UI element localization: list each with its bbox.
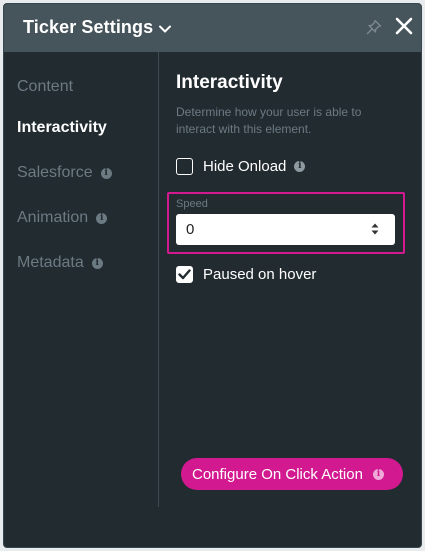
info-icon[interactable]: i — [96, 212, 108, 224]
sidebar-item-animation[interactable]: Animation i — [17, 209, 108, 227]
paused-on-hover-row[interactable]: Paused on hover — [176, 266, 316, 283]
action-button-label: Configure On Click Action — [192, 465, 363, 483]
pin-icon[interactable] — [366, 19, 382, 40]
sidebar-item-label: Content — [17, 78, 74, 95]
info-icon[interactable]: i — [100, 167, 112, 179]
sidebar-item-label: Interactivity — [17, 119, 107, 136]
sidebar-item-salesforce[interactable]: Salesforce i — [17, 164, 112, 182]
speed-label: Speed — [176, 198, 208, 210]
speed-spinner-icon[interactable] — [370, 221, 380, 237]
sidebar-item-interactivity[interactable]: Interactivity — [17, 119, 107, 137]
info-icon[interactable]: i — [91, 257, 103, 269]
speed-field-group: Speed — [167, 192, 405, 254]
ticker-settings-panel: Ticker Settings Content Interactivity Sa… — [3, 3, 422, 548]
sidebar-item-label: Animation — [17, 209, 89, 226]
paused-on-hover-checkbox[interactable] — [176, 266, 193, 283]
chevron-down-icon — [159, 20, 172, 38]
hide-onload-checkbox[interactable] — [176, 158, 193, 175]
sidebar-item-label: Salesforce — [17, 164, 93, 181]
sidebar-item-metadata[interactable]: Metadata i — [17, 254, 103, 272]
panel-title: Ticker Settings — [23, 17, 154, 37]
sidebar-item-content[interactable]: Content — [17, 78, 73, 96]
settings-sidebar: Content Interactivity Salesforce i Anima… — [4, 52, 159, 507]
checkmark-icon — [178, 269, 191, 280]
speed-input[interactable] — [176, 214, 395, 245]
title-dropdown[interactable]: Ticker Settings — [23, 17, 172, 38]
info-icon[interactable]: i — [372, 468, 384, 480]
close-icon[interactable] — [394, 16, 414, 41]
section-description: Determine how your user is able to inter… — [176, 105, 362, 136]
sidebar-item-label: Metadata — [17, 254, 84, 271]
paused-on-hover-label: Paused on hover — [203, 266, 317, 283]
info-icon[interactable]: i — [294, 161, 306, 172]
hide-onload-label: Hide Onload — [203, 158, 287, 175]
hide-onload-row[interactable]: Hide Onload i — [176, 158, 306, 175]
panel-header: Ticker Settings — [4, 4, 421, 52]
section-title: Interactivity — [176, 72, 283, 93]
configure-on-click-action-button[interactable]: Configure On Click Action i — [181, 458, 403, 490]
